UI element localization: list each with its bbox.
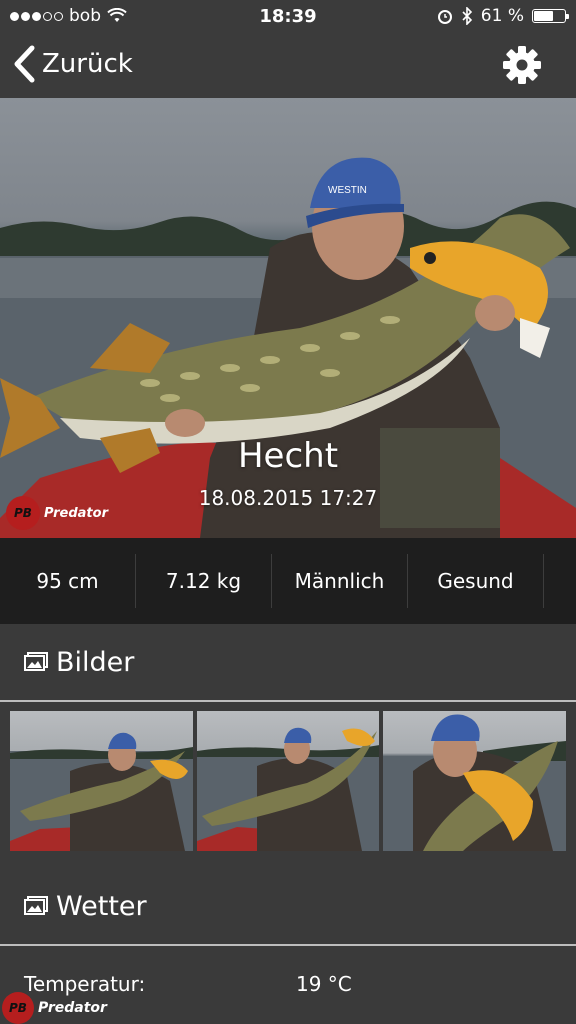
svg-text:WESTIN: WESTIN <box>328 185 367 196</box>
back-button[interactable]: Zurück <box>12 44 133 84</box>
weather-section-header: Wetter <box>0 868 576 946</box>
weather-section-title: Wetter <box>56 890 147 922</box>
thumbnail-scene <box>383 714 567 851</box>
bluetooth-icon <box>462 7 472 25</box>
thumbnail-scene <box>10 732 193 851</box>
images-section-header: Bilder <box>0 624 576 702</box>
catch-species: Hecht <box>237 436 339 476</box>
thumbnail-scene <box>196 727 380 851</box>
watermark-text: Predator <box>44 505 108 521</box>
image-thumbnail[interactable] <box>196 711 380 851</box>
battery-percent: 61 % <box>480 6 524 26</box>
chevron-left-icon <box>14 45 35 83</box>
image-thumbnail[interactable] <box>383 711 567 851</box>
navigation-bar: Zurück <box>0 34 576 99</box>
images-icon <box>24 896 48 915</box>
predator-logo: PB Predator <box>2 992 107 1024</box>
image-gallery <box>10 711 567 851</box>
images-section-title: Bilder <box>56 646 135 678</box>
stat-gender: Männlich <box>272 554 408 608</box>
stat-length: 95 cm <box>0 554 136 608</box>
temperature-value: 19 °C <box>296 972 352 996</box>
alarm-icon <box>437 10 452 24</box>
battery-icon <box>532 9 569 23</box>
catch-photo[interactable]: WESTIN Hecht 18.08.2015 17:27 PB Predato… <box>0 98 576 538</box>
status-indicators: 61 % <box>437 6 569 26</box>
catch-stats: 95 cm 7.12 kg Männlich Gesund <box>0 538 576 624</box>
images-icon <box>24 652 48 671</box>
stat-condition: Gesund <box>408 554 544 608</box>
predator-logo: PB Predator <box>6 496 108 530</box>
gear-icon[interactable] <box>502 45 542 85</box>
image-thumbnail[interactable] <box>10 711 193 851</box>
back-label: Zurück <box>42 49 133 79</box>
status-bar: bob 18:39 61 % <box>0 0 576 34</box>
stat-weight: 7.12 kg <box>136 554 272 608</box>
watermark-text: Predator <box>38 1000 107 1016</box>
